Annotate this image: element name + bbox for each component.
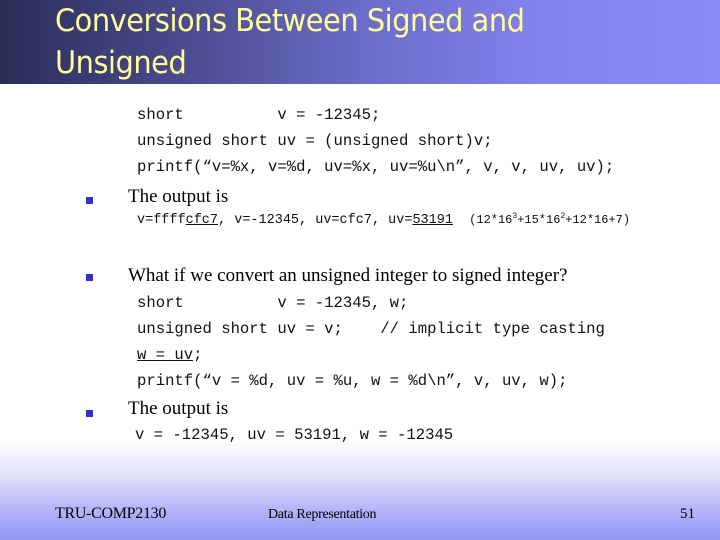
output-middle: , v=-12345, uv=cfc7, uv= [218, 213, 413, 228]
formula-part: +12*16+7) [565, 213, 631, 227]
footer-course: TRU-COMP2130 [55, 505, 167, 522]
code-line: short v = -12345, w; [137, 294, 409, 312]
footer-background [0, 440, 720, 540]
slide-title-line-1: Conversions Between Signed and [55, 3, 525, 39]
output-line-2: v = -12345, uv = 53191, w = -12345 [135, 426, 454, 444]
underlined-assignment: w = uv [137, 346, 194, 364]
bullet-text: What if we convert an unsigned integer t… [128, 265, 568, 286]
code-line: w = uv; [137, 346, 203, 364]
code-line: unsigned short uv = (unsigned short)v; [137, 132, 493, 150]
bullet-icon [86, 197, 93, 204]
code-line: unsigned short uv = v; // implicit type … [137, 320, 605, 338]
code-line: printf(“v = %d, uv = %u, w = %d\n”, v, u… [137, 372, 568, 390]
hex-formula: (12*163+15*162+12*16+7) [469, 212, 631, 227]
bullet-icon [86, 410, 93, 417]
bullet-text: The output is [128, 186, 229, 207]
output-prefix: v=ffff [137, 213, 186, 228]
bullet-text: The output is [128, 398, 229, 419]
semicolon: ; [193, 346, 203, 364]
output-line-1: v=ffffcfc7, v=-12345, uv=cfc7, uv=53191 … [137, 212, 630, 228]
formula-part: (12*16 [469, 213, 513, 227]
code-line: printf(“v=%x, v=%d, uv=%x, uv=%u\n”, v, … [137, 158, 615, 176]
formula-part: +15*16 [517, 213, 561, 227]
underlined-dec: 53191 [412, 213, 453, 228]
page-number: 51 [680, 506, 695, 522]
code-line: short v = -12345; [137, 106, 381, 124]
footer-topic: Data Representation [268, 507, 377, 522]
bullet-icon [86, 274, 93, 281]
slide-title-line-2: Unsigned [55, 45, 187, 81]
underlined-hex: cfc7 [185, 213, 219, 228]
slide-title: Conversions Between Signed and Unsigned [55, 0, 632, 84]
